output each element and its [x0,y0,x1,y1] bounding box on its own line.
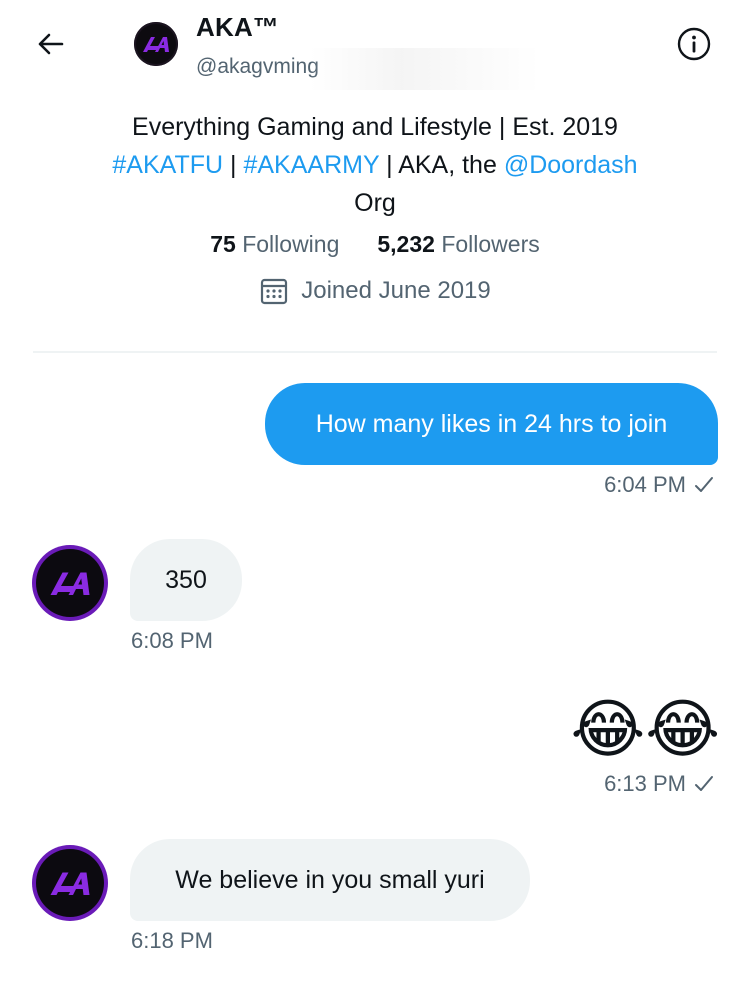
arrow-left-icon [38,33,64,55]
message-bubble-incoming[interactable]: We believe in you small yuri [130,839,530,921]
check-icon [694,775,714,793]
bio-separator: | [223,151,244,179]
followers-label: Followers [441,231,540,257]
bio-line-1: Everything Gaming and Lifestyle | Est. 2… [132,113,618,141]
divider [33,351,717,353]
message-bubble-outgoing[interactable]: How many likes in 24 hrs to join [265,383,718,465]
joined-text: Joined June 2019 [301,277,491,304]
profile-handle: @akagvming [196,55,319,78]
timestamp-text: 6:18 PM [131,928,213,953]
message-timestamp: 6:08 PM [131,628,213,654]
calendar-icon [259,276,289,306]
following-label: Following [242,231,340,257]
message-text: How many likes in 24 hrs to join [315,409,668,438]
message-timestamp: 6:18 PM [131,928,213,954]
message-emoji[interactable]: 😂😂 [560,688,720,772]
bio-text: | AKA, the [379,151,504,179]
info-icon [677,27,711,61]
following-count: 75 [210,231,236,257]
message-text: We believe in you small yuri [175,865,485,894]
followers-link[interactable]: 5,232 Followers [377,231,539,257]
back-button[interactable] [28,22,72,66]
aka-logo-icon [50,872,90,895]
hashtag-link[interactable]: #AKATFU [112,151,223,179]
face-with-tears-of-joy-icon: 😂😂 [570,693,720,767]
profile-avatar[interactable] [134,22,178,66]
message-text: 350 [165,565,207,594]
profile-name: AKA™ [196,12,280,42]
joined-date: Joined June 2019 [0,276,750,306]
aka-logo-icon [143,37,169,52]
avatar-inner [36,549,104,617]
timestamp-text: 6:04 PM [604,472,686,497]
message-timestamp: 6:04 PM [604,472,714,498]
check-icon [694,476,714,494]
bio-line-2: #AKATFU | #AKAARMY | AKA, the @Doordash [60,146,690,184]
profile-bio: Everything Gaming and Lifestyle | Est. 2… [60,108,690,222]
sender-avatar[interactable] [32,845,108,921]
timestamp-text: 6:13 PM [604,771,686,796]
profile-stats: 75 Following 5,232 Followers [0,231,750,258]
timestamp-text: 6:08 PM [131,628,213,653]
hashtag-link[interactable]: #AKAARMY [243,151,379,179]
sender-avatar[interactable] [32,545,108,621]
avatar-inner [36,849,104,917]
header-fade-overlay [310,48,540,90]
aka-logo-icon [50,572,90,595]
bio-line-3: Org [354,189,396,217]
conversation-info-button[interactable] [676,26,712,62]
followers-count: 5,232 [377,231,435,257]
mention-link[interactable]: @Doordash [504,151,638,179]
following-link[interactable]: 75 Following [210,231,339,257]
message-timestamp: 6:13 PM [604,771,714,797]
message-bubble-incoming[interactable]: 350 [130,539,242,621]
